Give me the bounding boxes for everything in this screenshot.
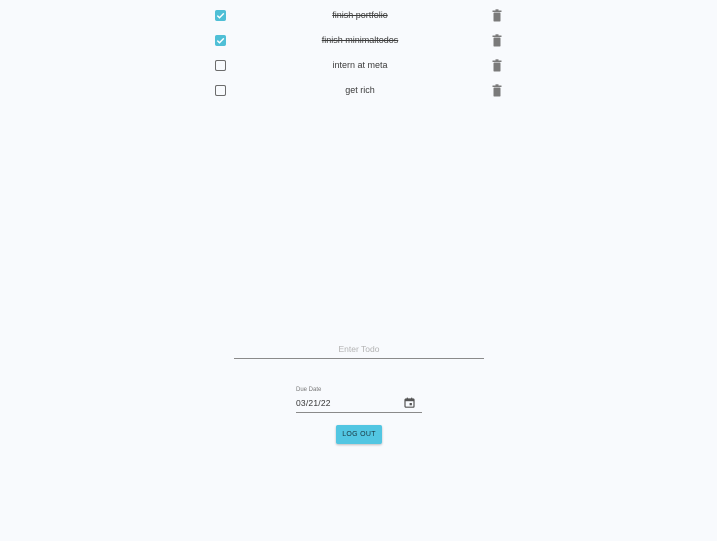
trash-icon[interactable] (491, 59, 503, 72)
checkmark-icon (216, 37, 225, 44)
todo-text: intern at meta (332, 60, 388, 70)
todo-item: finish portfolio (205, 3, 515, 28)
todo-checkbox[interactable] (215, 10, 226, 21)
trash-icon[interactable] (491, 9, 503, 22)
checkmark-icon (216, 12, 225, 19)
todo-text: get rich (345, 85, 375, 95)
todo-list: finish portfolio finish minimaltodos int… (205, 3, 515, 103)
todo-checkbox[interactable] (215, 60, 226, 71)
trash-icon[interactable] (491, 84, 503, 97)
todo-text: finish minimaltodos (321, 35, 399, 45)
todo-item: finish minimaltodos (205, 28, 515, 53)
due-date-input[interactable]: 03/21/22 (296, 398, 331, 408)
todo-text: finish portfolio (332, 10, 388, 20)
todo-checkbox[interactable] (215, 85, 226, 96)
trash-icon[interactable] (491, 34, 503, 47)
todo-checkbox[interactable] (215, 35, 226, 46)
todo-input-field (234, 339, 484, 359)
calendar-icon[interactable] (404, 397, 415, 408)
todo-input[interactable] (234, 340, 484, 358)
todo-item: intern at meta (205, 53, 515, 78)
todo-item: get rich (205, 78, 515, 103)
due-date-label: Due Date (296, 387, 322, 393)
logout-button[interactable]: LOG OUT (336, 425, 382, 444)
due-date-field: Due Date 03/21/22 (296, 386, 422, 413)
